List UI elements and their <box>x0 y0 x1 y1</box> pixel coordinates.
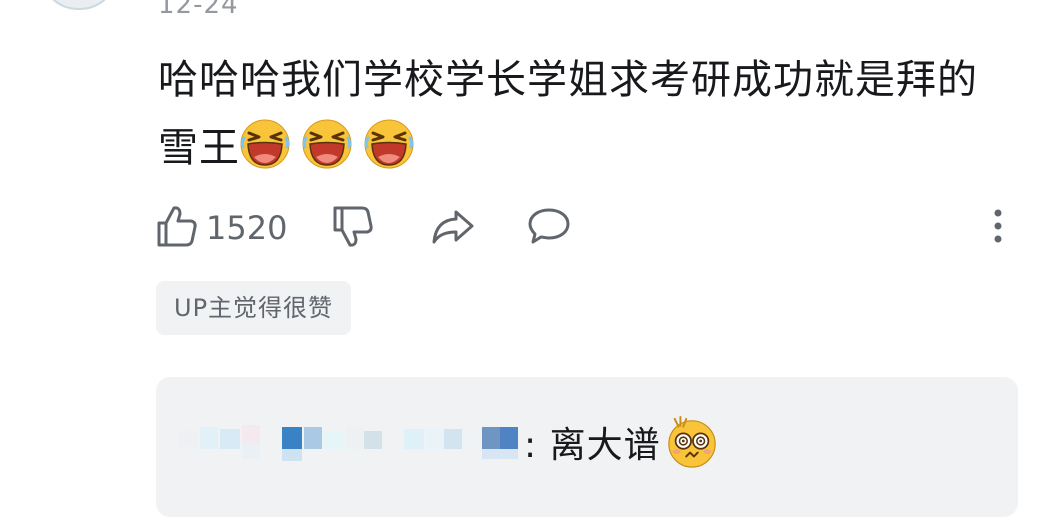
comment-content: 哈哈哈我们学校学长学姐求考研成功就是拜的雪王 <box>158 46 1018 182</box>
more-options-button[interactable] <box>992 200 1004 256</box>
chat-bubble-icon <box>526 206 572 250</box>
share-arrow-icon <box>430 206 476 250</box>
thumbs-up-icon <box>156 204 198 252</box>
dizzy-shocked-face-icon <box>665 415 719 469</box>
reply-text: : 离大谱 <box>524 425 661 466</box>
dislike-button[interactable] <box>332 200 376 256</box>
like-button[interactable]: 1520 <box>156 200 287 256</box>
more-vertical-icon <box>992 206 1004 250</box>
comment-timestamp: 12-24 <box>158 0 239 20</box>
reply-content: : 离大谱 <box>524 415 719 473</box>
share-button[interactable] <box>430 200 476 256</box>
comment-actions: 1520 <box>156 200 1016 256</box>
like-count: 1520 <box>206 209 288 247</box>
laughing-cry-icon <box>240 119 290 169</box>
avatar[interactable] <box>40 0 118 10</box>
laughing-cry-icon <box>302 119 352 169</box>
thumbs-down-icon <box>332 203 376 253</box>
reply-preview[interactable]: : 离大谱 <box>156 377 1018 517</box>
laughing-cry-icon <box>364 119 414 169</box>
reply-button[interactable] <box>526 200 572 256</box>
redacted-username <box>178 417 523 467</box>
up-liked-badge: UP主觉得很赞 <box>156 281 352 335</box>
